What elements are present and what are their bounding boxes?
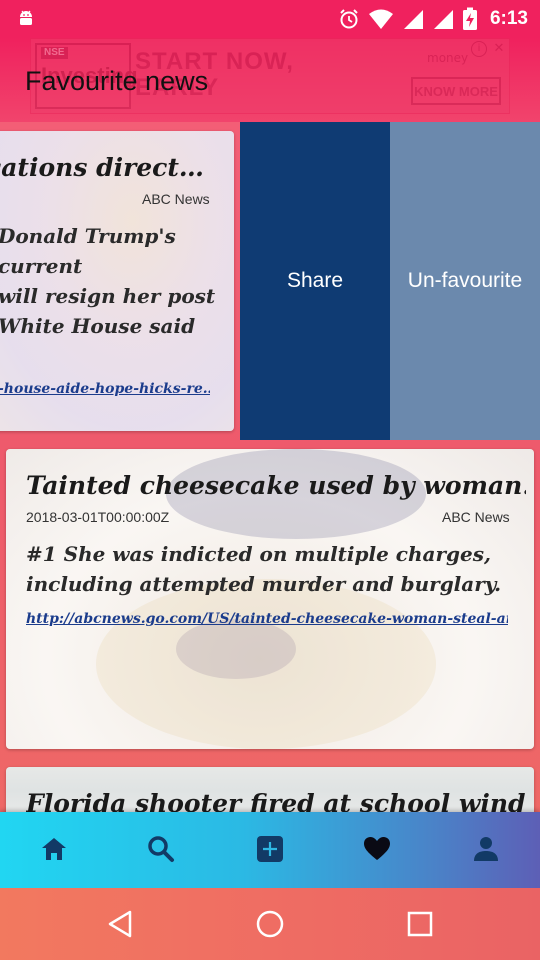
ad-info-icon[interactable]: i bbox=[471, 41, 487, 57]
nav-profile[interactable] bbox=[471, 834, 501, 864]
unfavourite-button[interactable]: Un-favourite bbox=[390, 122, 540, 440]
article-headline: cations direct… bbox=[0, 153, 204, 182]
signal-icon-2 bbox=[433, 10, 453, 29]
ad-cta-button[interactable]: KNOW MORE bbox=[411, 77, 501, 105]
card-image-detail bbox=[176, 619, 296, 679]
page-title: Favourite news bbox=[25, 66, 209, 96]
swipe-actions: Share Un-favourite bbox=[240, 122, 540, 440]
article-link[interactable]: http://abcnews.go.com/US/tainted-cheesec… bbox=[26, 611, 508, 627]
news-card[interactable]: Tainted cheesecake used by woman… 2018-0… bbox=[6, 449, 534, 749]
wifi-icon bbox=[368, 9, 393, 29]
article-snippet: Donald Trump's current will resign her p… bbox=[0, 224, 216, 338]
search-icon bbox=[148, 836, 174, 862]
system-navigation-bar bbox=[0, 888, 540, 960]
news-card[interactable]: cations direct… ABC News Donald Trump's … bbox=[0, 131, 234, 431]
heart-icon bbox=[364, 837, 390, 860]
nav-favourites[interactable] bbox=[362, 834, 392, 864]
article-date: 2018-03-01T00:00:00Z bbox=[26, 509, 170, 525]
profile-icon bbox=[474, 837, 498, 861]
recents-icon[interactable] bbox=[404, 908, 436, 940]
article-link[interactable]: -house-aide-hope-hicks-re… bbox=[0, 381, 210, 397]
article-source: ABC News bbox=[442, 509, 510, 525]
status-bar: 6:13 bbox=[0, 0, 540, 38]
app-header: NSE Investing START NOW, EARLY money KNO… bbox=[0, 38, 540, 122]
nav-add[interactable] bbox=[255, 834, 285, 864]
status-time: 6:13 bbox=[489, 8, 528, 29]
home-circle-icon[interactable] bbox=[254, 908, 286, 940]
add-icon bbox=[257, 836, 283, 862]
home-icon bbox=[42, 838, 66, 860]
nav-home[interactable] bbox=[39, 834, 69, 864]
alarm-icon bbox=[340, 9, 358, 29]
signal-icon bbox=[403, 10, 423, 29]
android-icon bbox=[20, 10, 32, 25]
article-headline: Tainted cheesecake used by woman… bbox=[26, 471, 526, 500]
ad-close-icon[interactable]: ✕ bbox=[491, 41, 507, 57]
article-snippet: #1 She was indicted on multiple charges,… bbox=[26, 542, 502, 596]
back-icon[interactable] bbox=[104, 908, 136, 940]
bottom-navigation bbox=[0, 812, 540, 888]
ad-brand: money bbox=[427, 51, 469, 65]
ad-logo-tag: NSE bbox=[41, 47, 68, 59]
battery-charging-icon bbox=[462, 7, 477, 30]
article-source: ABC News bbox=[142, 191, 210, 207]
nav-search[interactable] bbox=[146, 834, 176, 864]
share-button[interactable]: Share bbox=[240, 122, 390, 440]
